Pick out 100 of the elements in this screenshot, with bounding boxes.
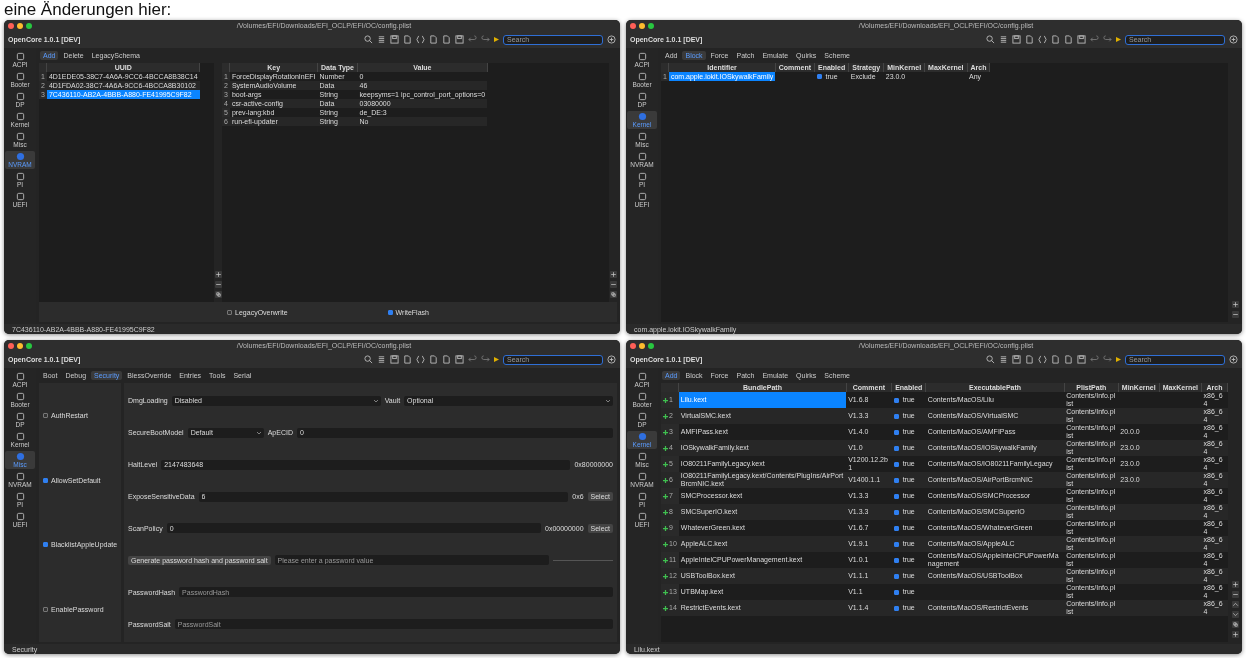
checkbox[interactable] xyxy=(43,607,48,613)
zoom-icon[interactable] xyxy=(364,355,373,364)
checkbox[interactable] xyxy=(893,413,899,419)
checkbox[interactable] xyxy=(893,397,899,403)
plus-icon[interactable] xyxy=(1231,631,1239,638)
close-button[interactable] xyxy=(630,22,636,29)
save-icon[interactable] xyxy=(390,355,399,364)
plus-icon[interactable] xyxy=(663,557,668,563)
document-icon[interactable] xyxy=(1025,35,1034,44)
list-icon[interactable] xyxy=(999,355,1008,364)
undo-icon[interactable] xyxy=(1090,35,1099,44)
plus-icon[interactable] xyxy=(663,429,668,435)
checkbox[interactable] xyxy=(893,445,899,451)
plus-icon[interactable] xyxy=(663,445,668,451)
checkbox[interactable] xyxy=(893,557,899,563)
checkbox[interactable] xyxy=(893,429,899,435)
redo-icon[interactable] xyxy=(1103,35,1112,44)
checkbox[interactable] xyxy=(43,542,48,548)
plus-icon[interactable] xyxy=(663,573,668,579)
checkbox[interactable] xyxy=(43,477,48,483)
list-icon[interactable] xyxy=(377,355,386,364)
checkbox[interactable] xyxy=(893,493,899,499)
checkbox[interactable] xyxy=(43,412,48,418)
undo-icon[interactable] xyxy=(468,35,477,44)
plus-icon[interactable] xyxy=(663,397,668,403)
minimize-button[interactable] xyxy=(639,22,645,29)
brackets-icon[interactable] xyxy=(416,35,425,44)
minus-icon[interactable] xyxy=(1231,311,1239,318)
plus-icon[interactable] xyxy=(663,461,668,467)
minimize-button[interactable] xyxy=(639,342,645,349)
checkbox[interactable] xyxy=(893,477,899,483)
undo-icon[interactable] xyxy=(1090,355,1099,364)
zoom-icon[interactable] xyxy=(364,35,373,44)
checkbox[interactable] xyxy=(893,573,899,579)
chip-icon xyxy=(15,132,25,141)
redo-icon[interactable] xyxy=(1103,355,1112,364)
plus-icon[interactable] xyxy=(663,541,668,547)
document-icon[interactable] xyxy=(403,355,412,364)
add-icon[interactable] xyxy=(607,355,616,364)
checkbox[interactable] xyxy=(893,525,899,531)
checkbox[interactable] xyxy=(893,605,899,611)
triangle-icon xyxy=(1116,37,1121,42)
minus-icon[interactable] xyxy=(214,281,222,288)
up-arrow-icon[interactable] xyxy=(1231,601,1239,608)
minus-icon[interactable] xyxy=(609,281,617,288)
plus-icon[interactable] xyxy=(663,509,668,515)
copy-icon[interactable] xyxy=(609,291,617,298)
save-icon[interactable] xyxy=(390,35,399,44)
plus-icon[interactable] xyxy=(1231,581,1239,588)
save-icon[interactable] xyxy=(455,355,464,364)
minus-icon[interactable] xyxy=(1231,591,1239,598)
list-icon[interactable] xyxy=(377,35,386,44)
zoom-icon[interactable] xyxy=(986,35,995,44)
close-button[interactable] xyxy=(8,342,14,349)
plus-icon[interactable] xyxy=(663,477,668,483)
maximize-button[interactable] xyxy=(26,342,32,349)
add-icon[interactable] xyxy=(1229,35,1238,44)
checkbox[interactable] xyxy=(816,74,822,79)
close-button[interactable] xyxy=(630,342,636,349)
checkbox[interactable] xyxy=(893,461,899,467)
plus-icon[interactable] xyxy=(663,525,668,531)
list-icon[interactable] xyxy=(999,35,1008,44)
checkbox[interactable] xyxy=(893,541,899,547)
plus-icon[interactable] xyxy=(663,493,668,499)
minimize-button[interactable] xyxy=(17,342,23,349)
brackets-icon[interactable] xyxy=(1038,355,1047,364)
save-icon[interactable] xyxy=(1012,355,1021,364)
save-icon[interactable] xyxy=(1012,35,1021,44)
document-icon[interactable] xyxy=(403,35,412,44)
add-icon[interactable] xyxy=(1229,355,1238,364)
plus-icon[interactable] xyxy=(1231,301,1239,308)
close-button[interactable] xyxy=(8,22,14,29)
save-icon[interactable] xyxy=(1077,355,1086,364)
minimize-button[interactable] xyxy=(17,22,23,29)
copy-icon[interactable] xyxy=(1231,621,1239,628)
zoom-icon[interactable] xyxy=(986,355,995,364)
brackets-icon[interactable] xyxy=(416,355,425,364)
save-icon[interactable] xyxy=(455,35,464,44)
plus-icon[interactable] xyxy=(663,605,668,611)
copy-icon[interactable] xyxy=(214,291,222,298)
down-arrow-icon[interactable] xyxy=(1231,611,1239,618)
brackets-icon[interactable] xyxy=(1038,35,1047,44)
checkbox[interactable] xyxy=(387,309,393,315)
maximize-button[interactable] xyxy=(648,342,654,349)
checkbox[interactable] xyxy=(893,509,899,515)
checkbox[interactable] xyxy=(227,309,233,315)
maximize-button[interactable] xyxy=(26,22,32,29)
chip-icon xyxy=(637,452,647,461)
document-icon[interactable] xyxy=(1025,355,1034,364)
undo-icon[interactable] xyxy=(468,355,477,364)
maximize-button[interactable] xyxy=(648,22,654,29)
redo-icon[interactable] xyxy=(481,35,490,44)
plus-icon[interactable] xyxy=(214,271,222,278)
plus-icon[interactable] xyxy=(663,413,668,419)
save-icon[interactable] xyxy=(1077,35,1086,44)
checkbox[interactable] xyxy=(893,589,899,595)
add-icon[interactable] xyxy=(607,35,616,44)
redo-icon[interactable] xyxy=(481,355,490,364)
plus-icon[interactable] xyxy=(609,271,617,278)
plus-icon[interactable] xyxy=(663,589,668,595)
